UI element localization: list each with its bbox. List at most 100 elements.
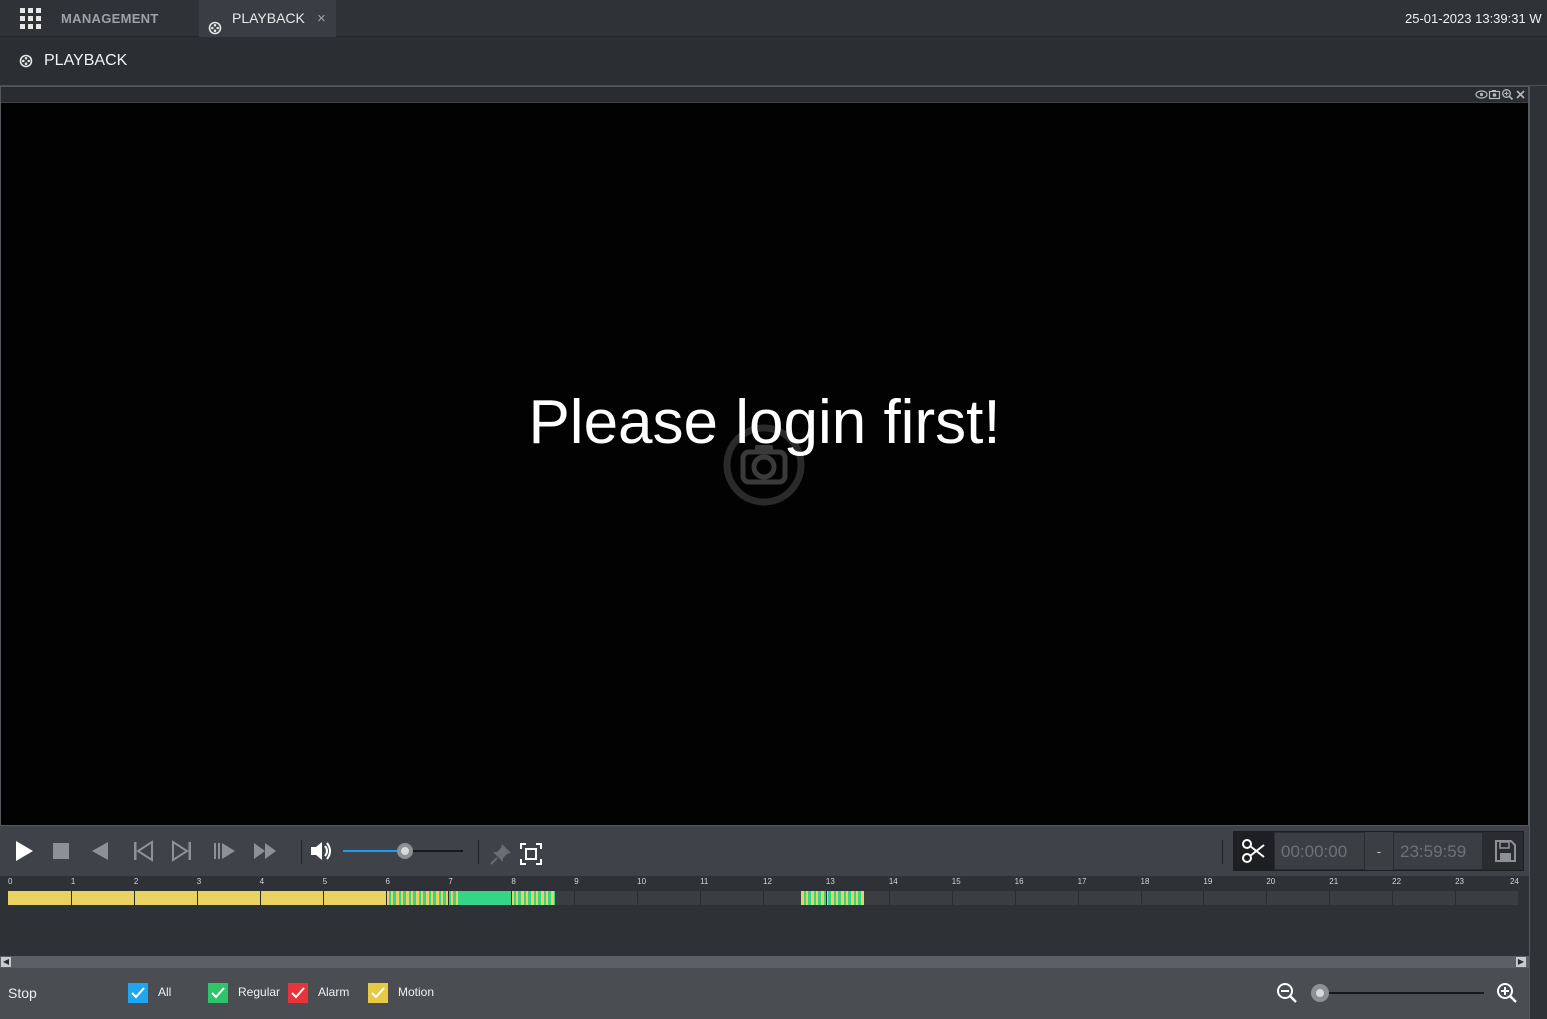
stop-icon[interactable] <box>48 838 74 864</box>
timeline-hour-label: 0 <box>8 877 13 886</box>
clip-end-time[interactable]: 23:59:59 <box>1393 832 1483 870</box>
tab-close-icon[interactable]: × <box>317 0 326 37</box>
timeline-hour-label: 2 <box>133 877 139 886</box>
timeline-track[interactable] <box>8 891 1518 905</box>
legend-label: Regular <box>238 985 281 999</box>
timeline-hour-tick <box>763 891 764 905</box>
timeline-hour-label: 1 <box>70 877 76 886</box>
playback-icon <box>19 54 33 73</box>
timeline-hour-label: 7 <box>448 877 453 886</box>
separator <box>478 840 479 864</box>
tab-playback-label: PLAYBACK <box>232 10 305 26</box>
timeline-hour-label: 12 <box>763 877 772 886</box>
timeline-hour-tick <box>700 891 702 905</box>
checkbox-icon[interactable] <box>208 983 228 1003</box>
pin-icon[interactable] <box>488 841 514 867</box>
timeline-hour-label: 4 <box>259 877 265 886</box>
volume-slider-handle[interactable] <box>397 843 414 859</box>
checkbox-icon[interactable] <box>368 983 388 1003</box>
volume-icon[interactable] <box>308 838 334 864</box>
clip-range-panel: 00:00:00 - 23:59:59 <box>1233 831 1524 871</box>
clip-range-separator: - <box>1365 832 1393 870</box>
timeline-hour-tick <box>1077 891 1079 905</box>
zoom-out-icon[interactable] <box>1275 981 1299 1005</box>
timeline-hour-label: 13 <box>825 877 835 886</box>
timeline-hour-label: 19 <box>1203 877 1213 886</box>
zoom-in-icon[interactable] <box>1495 981 1519 1005</box>
zoom-slider[interactable] <box>1320 992 1484 994</box>
page-header: PLAYBACK <box>0 38 1547 86</box>
timeline-hour-label: 11 <box>700 877 709 886</box>
volume-slider[interactable] <box>343 843 463 859</box>
checkbox-icon[interactable] <box>288 983 308 1003</box>
save-icon <box>1495 840 1516 862</box>
timeline-hour-label: 9 <box>574 877 579 886</box>
top-bar: MANAGEMENT PLAYBACK × 25-01-2023 13:39:3… <box>0 0 1547 37</box>
scroll-right-icon[interactable]: ▶ <box>1516 957 1526 967</box>
clip-start-time[interactable]: 00:00:00 <box>1274 832 1365 870</box>
timeline-hour-label: 23 <box>1455 877 1464 886</box>
timeline-hour-tick <box>574 891 576 905</box>
status-bar: Stop All Regular Alarm Motion <box>0 968 1529 1019</box>
recording-segment-mixed[interactable] <box>800 891 864 905</box>
login-required-message: Please login first! <box>528 388 1001 457</box>
fullscreen-icon[interactable] <box>518 841 544 867</box>
page-title: PLAYBACK <box>44 52 128 69</box>
recording-segment-regular[interactable] <box>457 891 512 905</box>
recording-timeline[interactable]: 0 1 2 3 4 5 6 7 8 9 10 11 12 13 14 15 16 17 18 19 20 21 22 23 24 <box>0 876 1529 956</box>
timeline-hour-label: 16 <box>1014 877 1024 886</box>
legend-label: Alarm <box>318 985 350 999</box>
timeline-hour-tick <box>637 891 639 905</box>
fast-forward-icon[interactable] <box>252 838 278 864</box>
recording-segment-mixed[interactable] <box>385 891 458 905</box>
camera-icon[interactable] <box>1488 88 1501 101</box>
tab-management[interactable]: MANAGEMENT <box>50 0 197 37</box>
recording-segment-mixed[interactable] <box>511 891 556 905</box>
next-frame-icon[interactable] <box>169 838 195 864</box>
legend-label: All <box>158 985 172 999</box>
scroll-left-icon[interactable]: ◀ <box>1 957 11 967</box>
close-icon[interactable] <box>1514 88 1527 101</box>
timeline-hour-tick <box>133 891 135 905</box>
zoom-slider-handle[interactable] <box>1311 984 1329 1002</box>
eye-icon[interactable] <box>1475 88 1488 101</box>
timeline-hour-label: 24 <box>1510 877 1519 886</box>
previous-frame-icon[interactable] <box>130 838 156 864</box>
timeline-hour-tick <box>511 891 513 905</box>
legend-label: Motion <box>398 985 435 999</box>
clip-button[interactable] <box>1234 832 1274 870</box>
save-clip-button[interactable] <box>1486 832 1524 870</box>
timeline-hour-tick <box>1455 891 1457 905</box>
timeline-hour-tick <box>1014 891 1016 905</box>
zoom-icon[interactable] <box>1501 88 1514 101</box>
timeline-hour-tick <box>1329 891 1331 905</box>
timeline-hour-label: 14 <box>888 877 898 886</box>
video-window[interactable]: Please login first! <box>0 86 1529 826</box>
playback-controls: 00:00:00 - 23:59:59 <box>0 826 1529 876</box>
separator <box>301 840 302 864</box>
timeline-hour-tick <box>322 891 324 905</box>
timeline-hour-tick <box>1392 891 1394 905</box>
system-datetime: 25-01-2023 13:39:31 W <box>1405 11 1542 26</box>
right-scrollbar[interactable] <box>1529 86 1547 1019</box>
scissors-icon <box>1242 839 1265 863</box>
timeline-hour-label: 5 <box>322 877 328 886</box>
timeline-hour-tick <box>1203 891 1205 905</box>
timeline-hour-label: 18 <box>1140 877 1150 886</box>
timeline-hour-tick <box>888 891 890 905</box>
slow-play-icon[interactable] <box>211 838 237 864</box>
timeline-hour-tick <box>259 891 261 905</box>
timeline-hour-label: 8 <box>511 877 516 886</box>
video-window-toolbar <box>1 87 1528 103</box>
apps-grid-icon[interactable] <box>20 8 41 29</box>
timeline-scrollbar[interactable]: ◀ ▶ <box>0 956 1529 968</box>
checkbox-icon[interactable] <box>128 983 148 1003</box>
playback-status: Stop <box>8 985 37 1001</box>
volume-fill <box>343 850 406 852</box>
timeline-hour-label: 15 <box>951 877 961 886</box>
play-icon[interactable] <box>11 838 37 864</box>
timeline-hour-label: 10 <box>637 877 647 886</box>
tab-playback[interactable]: PLAYBACK × <box>199 0 336 37</box>
reverse-play-icon[interactable] <box>87 838 113 864</box>
timeline-hour-label: 3 <box>196 877 202 886</box>
